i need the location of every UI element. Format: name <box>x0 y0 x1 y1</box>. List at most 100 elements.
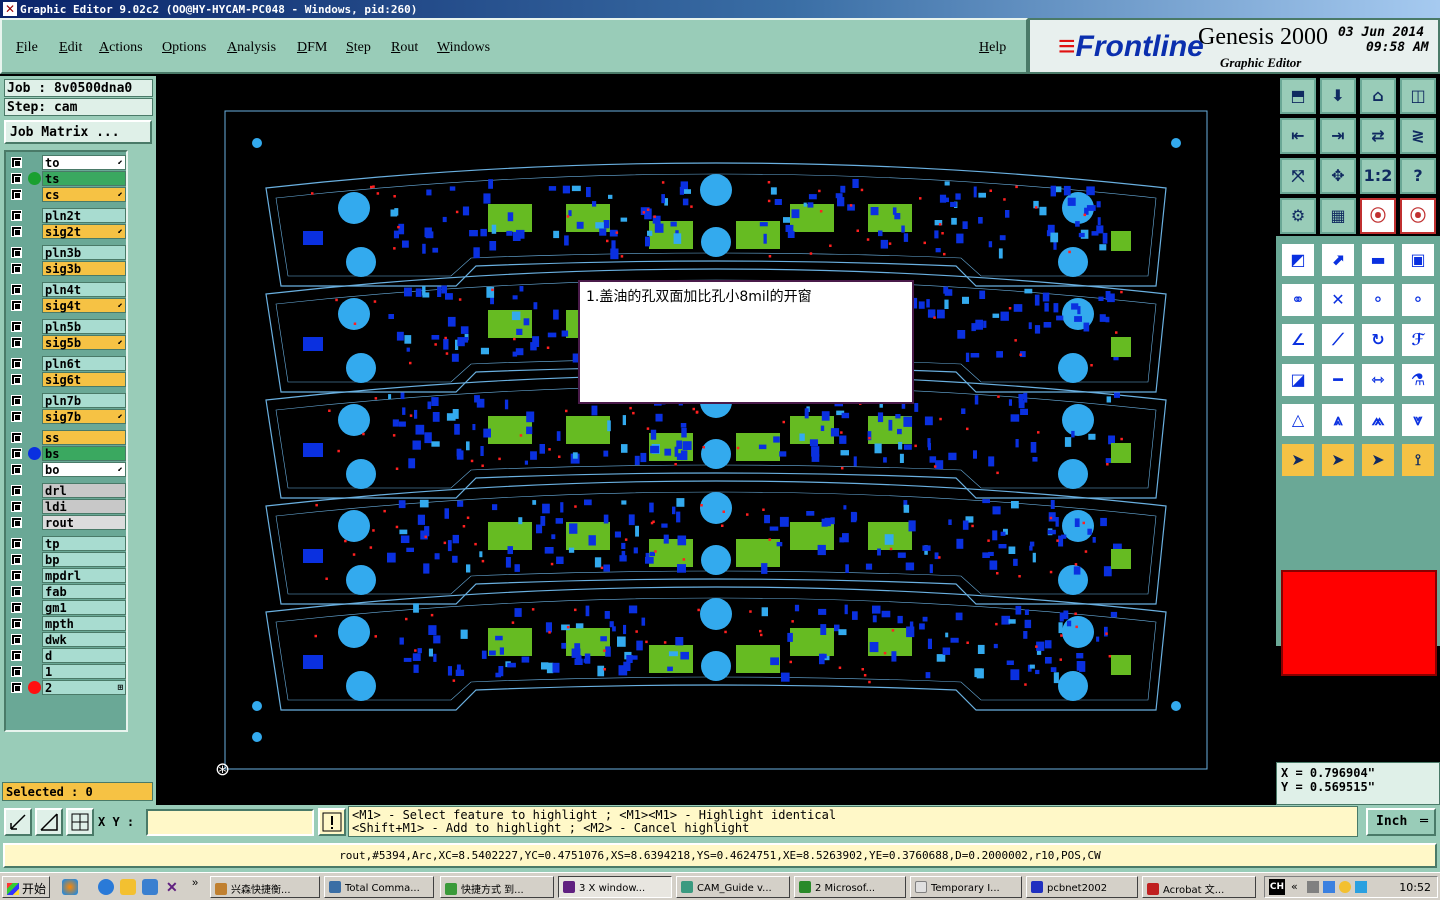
tray-security-icon[interactable] <box>1355 881 1367 893</box>
layer-checkbox[interactable] <box>11 189 22 200</box>
layer-name[interactable]: sig5b ⬋ <box>42 335 126 350</box>
layer-checkbox[interactable] <box>11 284 22 295</box>
units-button[interactable]: Inch ═ <box>1366 808 1436 836</box>
split-window-icon[interactable]: ◫ <box>1400 78 1436 114</box>
task-item[interactable]: 3 X window... <box>558 876 672 898</box>
layer-row-pln2t[interactable]: pln2t <box>8 208 126 223</box>
measure-button[interactable] <box>35 808 63 836</box>
layer-row-drl[interactable]: drl <box>8 483 126 498</box>
layer-row-sig4t[interactable]: sig4t ⬋ <box>8 298 126 313</box>
layer-row-fab[interactable]: fab <box>8 584 126 599</box>
layer-row-sig7b[interactable]: sig7b ⬋ <box>8 409 126 424</box>
layer-name[interactable]: bp <box>42 552 126 567</box>
task-item[interactable]: CAM_Guide v... <box>676 876 790 898</box>
layer-name[interactable]: 2 ⊞ <box>42 680 126 695</box>
layer-row-bo[interactable]: bo ⬋ <box>8 462 126 477</box>
layer-checkbox[interactable] <box>11 300 22 311</box>
surface-icon[interactable]: ▬ <box>1360 242 1396 278</box>
arc-icon[interactable]: ↻ <box>1360 322 1396 358</box>
job-matrix-button[interactable]: Job Matrix ... <box>4 120 152 144</box>
layer-name[interactable]: rout <box>42 515 126 530</box>
layer-checkbox[interactable] <box>11 666 22 677</box>
layer-name[interactable]: mpdrl <box>42 568 126 583</box>
layer-row-ts[interactable]: ts <box>8 171 126 186</box>
more-quicklaunch-icon[interactable]: » <box>192 877 208 893</box>
layer-row-sig2t[interactable]: sig2t ⬋ <box>8 224 126 239</box>
layer-checkbox[interactable] <box>11 634 22 645</box>
layer-checkbox[interactable] <box>11 337 22 348</box>
zoom-fit-icon[interactable]: ⤧ <box>1280 158 1316 194</box>
layer-name[interactable]: cs ⬋ <box>42 187 126 202</box>
layer-checkbox[interactable] <box>11 501 22 512</box>
explorer-icon[interactable] <box>120 879 136 895</box>
tray-volume-icon[interactable] <box>1307 881 1319 893</box>
layer-name[interactable]: ldi <box>42 499 126 514</box>
layer-name[interactable]: 1 <box>42 664 126 679</box>
graphic-canvas[interactable]: ⊛ <box>156 76 1276 805</box>
layer-row-mpth[interactable]: mpth <box>8 616 126 631</box>
layer-row-pln6t[interactable]: pln6t <box>8 356 126 371</box>
measure-box-icon[interactable]: ⇿ <box>1360 362 1396 398</box>
menu-file[interactable]: File <box>16 40 38 56</box>
triangle-alt-icon[interactable]: ⩓ <box>1320 402 1356 438</box>
tray-app-icon[interactable] <box>1339 881 1351 893</box>
start-button[interactable]: 开始 <box>2 876 50 898</box>
layer-row-gm1[interactable]: gm1 <box>8 600 126 615</box>
line-draw-icon[interactable]: ⟋ <box>1320 322 1356 358</box>
layer-row-dwk[interactable]: dwk <box>8 632 126 647</box>
layer-name[interactable]: sig6t <box>42 372 126 387</box>
layer-name[interactable]: bs <box>42 446 126 461</box>
pad-add-icon[interactable]: ◩ <box>1280 242 1316 278</box>
layer-name[interactable]: dwk <box>42 632 126 647</box>
layer-name[interactable]: pln4t <box>42 282 126 297</box>
layer-checkbox[interactable] <box>11 395 22 406</box>
layer-checkbox[interactable] <box>11 554 22 565</box>
menu-analysis[interactable]: Analysis <box>227 40 276 56</box>
layer-name[interactable]: sig4t ⬋ <box>42 298 126 313</box>
layer-row-sig6t[interactable]: sig6t <box>8 372 126 387</box>
task-item[interactable]: Temporary I... <box>910 876 1022 898</box>
layer-checkbox[interactable] <box>11 570 22 581</box>
layer-name[interactable]: drl <box>42 483 126 498</box>
layer-name[interactable]: pln3b <box>42 245 126 260</box>
tray-expand-icon[interactable]: « <box>1291 880 1298 893</box>
layer-name[interactable]: mpth <box>42 616 126 631</box>
layer-checkbox[interactable] <box>11 263 22 274</box>
menu-rout[interactable]: Rout <box>391 40 418 56</box>
xy-input[interactable] <box>146 809 314 836</box>
layer-checkbox[interactable] <box>11 618 22 629</box>
layer-name[interactable]: fab <box>42 584 126 599</box>
open-step-icon[interactable]: ⬒ <box>1280 78 1316 114</box>
layer-row-rout[interactable]: rout <box>8 515 126 530</box>
layer-name[interactable]: sig2t ⬋ <box>42 224 126 239</box>
menu-step[interactable]: Step <box>346 40 371 56</box>
task-item[interactable]: Total Comma... <box>324 876 434 898</box>
layer-row-to[interactable]: to ⬋ <box>8 155 126 170</box>
layer-checkbox[interactable] <box>11 374 22 385</box>
layer-row-cs[interactable]: cs ⬋ <box>8 187 126 202</box>
line-cut-icon[interactable]: ━ <box>1320 362 1356 398</box>
layer-checkbox[interactable] <box>11 464 22 475</box>
layer-row-bs[interactable]: bs <box>8 446 126 461</box>
task-item[interactable]: pcbnet2002 <box>1026 876 1138 898</box>
layer-checkbox[interactable] <box>11 210 22 221</box>
menu-edit[interactable]: Edit <box>59 40 82 56</box>
layer-checkbox[interactable] <box>11 157 22 168</box>
cross-node-icon[interactable]: ✕ <box>1320 282 1356 318</box>
node-right-icon[interactable]: ⚬ <box>1400 282 1436 318</box>
line-add-icon[interactable]: ⬈ <box>1320 242 1356 278</box>
text-f-icon[interactable]: ℱ <box>1400 322 1436 358</box>
layer-row-1[interactable]: 1 <box>8 664 126 679</box>
ruler-icon[interactable]: ⚙ <box>1280 198 1316 234</box>
layer-row-ss[interactable]: ss <box>8 430 126 445</box>
layer-checkbox[interactable] <box>11 321 22 332</box>
layer-name[interactable]: pln6t <box>42 356 126 371</box>
home-icon[interactable]: ⌂ <box>1360 78 1396 114</box>
layer-name[interactable]: to ⬋ <box>42 155 126 170</box>
scale-1-2-icon[interactable]: 1:2 <box>1360 158 1396 194</box>
layer-row-pln5b[interactable]: pln5b <box>8 319 126 334</box>
layer-out-icon[interactable]: ⇥ <box>1320 118 1356 154</box>
connect-node-icon[interactable]: ⚭ <box>1280 282 1316 318</box>
layer-name[interactable]: pln5b <box>42 319 126 334</box>
layer-row-mpdrl[interactable]: mpdrl <box>8 568 126 583</box>
